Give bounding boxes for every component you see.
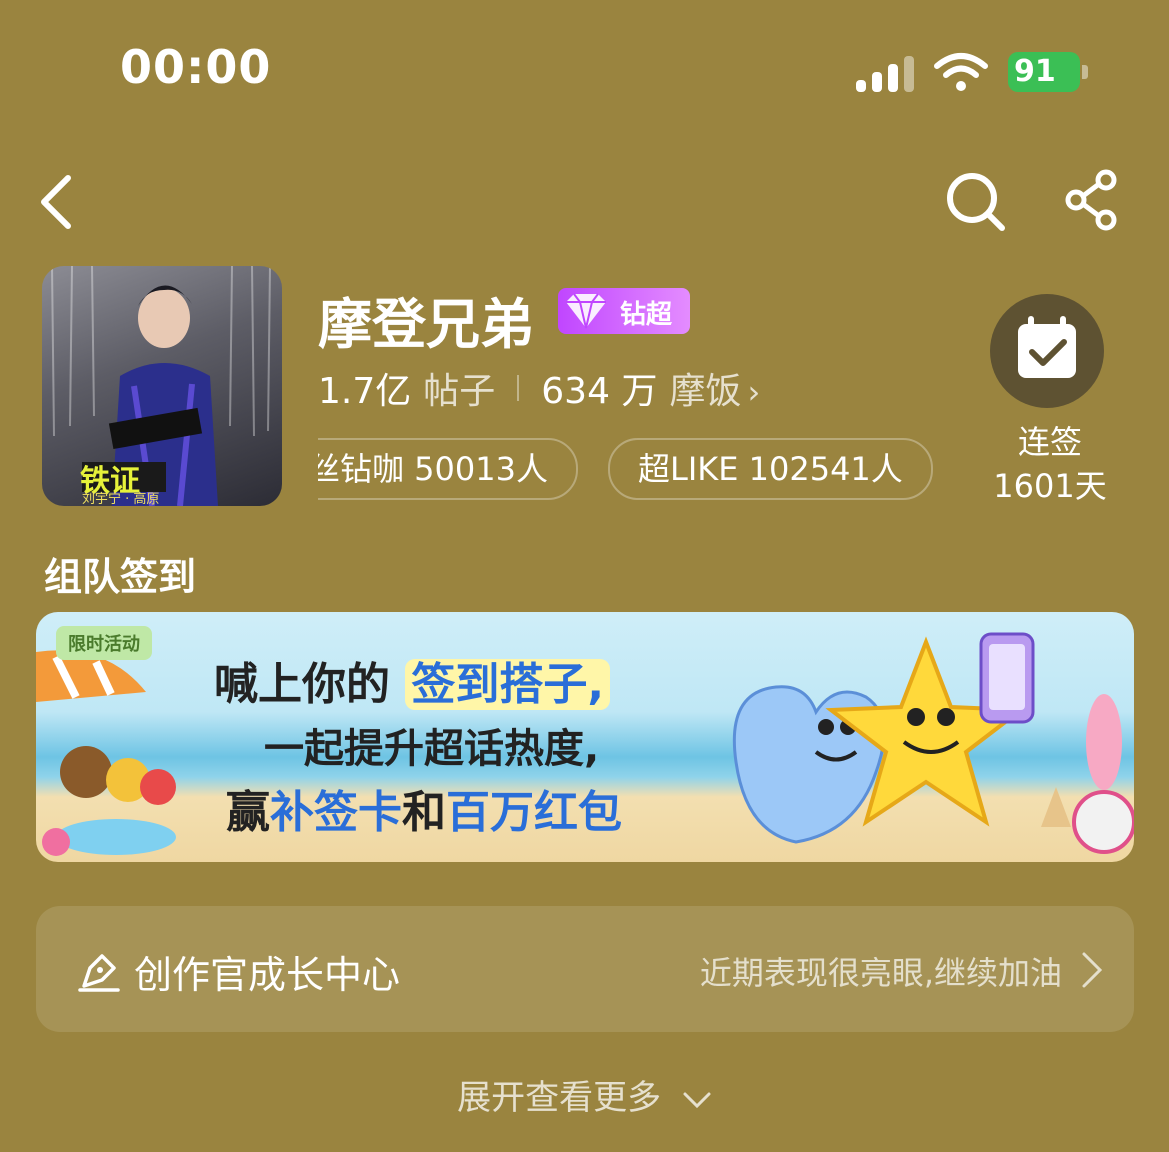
- expand-more-label: 展开查看更多: [457, 1078, 662, 1118]
- calendar-check-icon: [1018, 316, 1076, 378]
- expand-more-button[interactable]: 展开查看更多: [0, 1070, 1169, 1119]
- banner-headline-2: 一起提升超话热度,: [264, 726, 600, 772]
- banner-line3-a: 赢: [226, 787, 270, 838]
- team-checkin-banner[interactable]: 限时活动 喊上你的 签到搭子, 一起提升超话热度, 赢补签卡和百万红包: [36, 612, 1134, 862]
- checkin-button[interactable]: [990, 294, 1104, 408]
- topic-stats[interactable]: 1.7亿 帖子 634 万 摩饭 ›: [318, 362, 760, 414]
- back-icon[interactable]: [28, 170, 92, 234]
- super-topic-badge[interactable]: 钻超: [558, 288, 690, 334]
- checkin-streak: 连签 1601天: [990, 420, 1110, 508]
- topic-avatar[interactable]: 铁证 刘宇宁 · 高原: [42, 266, 282, 506]
- checkin-label: 连签: [1017, 423, 1082, 461]
- badge-label: 钻超: [620, 300, 673, 330]
- stats-divider: [517, 375, 520, 401]
- fans-label: 摩饭: [669, 371, 742, 412]
- posts-label: 帖子: [423, 371, 496, 412]
- stats-chips: 粉丝钻咖 50013人 超LIKE 102541人: [318, 438, 978, 502]
- diamond-icon: [566, 293, 606, 329]
- posts-count: 1.7亿: [318, 371, 412, 412]
- banner-line3-c: 和: [402, 787, 446, 838]
- chip-super-like[interactable]: 超LIKE 102541人: [607, 438, 933, 500]
- chevron-right-icon: ›: [747, 373, 761, 411]
- creator-center-subtitle: 近期表现很亮眼,继续加油: [699, 954, 1062, 992]
- battery-level: 91: [1014, 54, 1056, 89]
- limited-time-tag: 限时活动: [56, 626, 152, 660]
- banner-headline-3: 赢补签卡和百万红包: [226, 776, 622, 840]
- creator-pen-icon: [78, 954, 120, 992]
- banner-headline-1: 喊上你的 签到搭子,: [214, 648, 611, 712]
- chevron-right-icon: [1082, 952, 1103, 988]
- banner-line1-prefix: 喊上你的: [214, 659, 390, 710]
- creator-center-row[interactable]: 创作官成长中心 近期表现很亮眼,继续加油: [36, 906, 1134, 1032]
- team-checkin-title: 组队签到: [44, 555, 197, 599]
- avatar-caption: 刘宇宁 · 高原: [82, 492, 160, 506]
- chip-fan-diamond[interactable]: 粉丝钻咖 50013人: [318, 438, 578, 500]
- banner-line3-d: 百万红包: [446, 787, 622, 838]
- wifi-icon: [934, 53, 988, 91]
- creator-center-title: 创作官成长中心: [134, 953, 401, 997]
- avatar-image: [51, 266, 271, 506]
- status-time: 00:00: [120, 40, 272, 94]
- banner-line3-b: 补签卡: [270, 787, 402, 838]
- banner-line1-highlight: 签到搭子,: [405, 659, 611, 710]
- chevron-down-icon: [683, 1092, 711, 1108]
- battery-indicator: 91: [1008, 52, 1092, 92]
- fans-count: 634 万: [541, 371, 658, 412]
- share-icon[interactable]: [1062, 168, 1126, 232]
- checkin-days: 1601天: [993, 467, 1107, 505]
- cellular-signal-icon: [856, 56, 914, 92]
- search-icon[interactable]: [942, 168, 1006, 232]
- topic-title: 摩登兄弟: [318, 293, 534, 356]
